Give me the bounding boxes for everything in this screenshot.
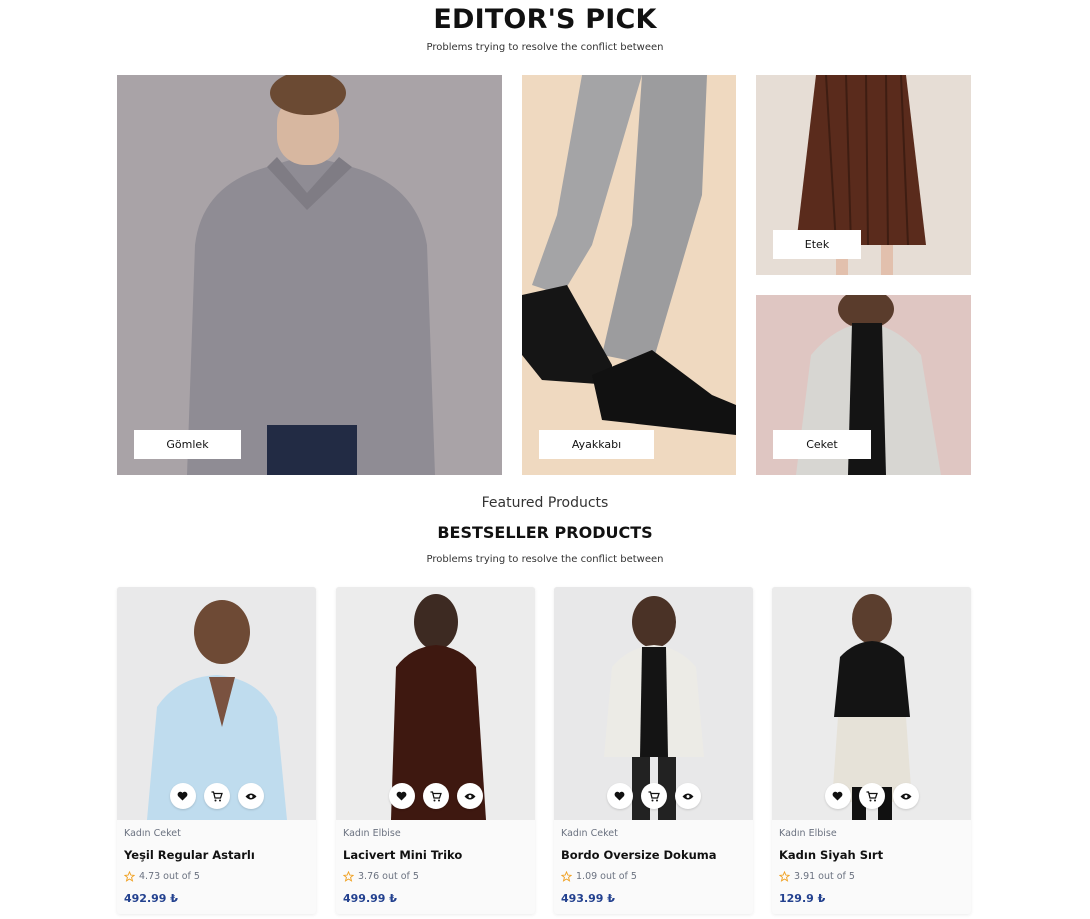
product-price: 493.99 ₺: [561, 892, 615, 905]
star-icon: [124, 871, 135, 882]
product-card[interactable]: Kadın Elbise Kadın Siyah Sırt 3.91 out o…: [772, 587, 971, 914]
quick-view-button[interactable]: [892, 783, 919, 809]
rating-text: 3.76 out of 5: [358, 871, 419, 882]
eye-icon: [464, 793, 475, 799]
bestseller-subtitle: Problems trying to resolve the conflict …: [426, 554, 664, 565]
featured-products-label: Featured Products: [481, 495, 609, 511]
star-icon: [343, 871, 354, 882]
cart-icon: [648, 790, 660, 801]
quick-view-button[interactable]: [456, 783, 483, 809]
heart-icon: [832, 791, 843, 801]
tile-label-ceket[interactable]: Ceket: [773, 430, 871, 459]
product-category: Kadın Elbise: [343, 828, 401, 839]
star-icon: [779, 871, 790, 882]
rating-text: 3.91 out of 5: [794, 871, 855, 882]
product-actions: [772, 783, 971, 809]
heart-icon: [177, 791, 188, 801]
eye-icon: [900, 793, 911, 799]
product-actions: [336, 783, 535, 809]
category-tile-etek[interactable]: Etek: [756, 75, 971, 275]
quick-view-button[interactable]: [674, 783, 701, 809]
heart-icon: [614, 791, 625, 801]
product-name[interactable]: Bordo Oversize Dokuma: [561, 848, 717, 862]
product-card[interactable]: Kadın Ceket Yeşil Regular Astarlı 4.73 o…: [117, 587, 316, 914]
wishlist-button[interactable]: [388, 783, 415, 809]
product-card[interactable]: Kadın Ceket Bordo Oversize Dokuma 1.09 o…: [554, 587, 753, 914]
product-category: Kadın Elbise: [779, 828, 837, 839]
product-name[interactable]: Yeşil Regular Astarlı: [124, 848, 255, 862]
product-name[interactable]: Lacivert Mini Triko: [343, 848, 462, 862]
rating-text: 4.73 out of 5: [139, 871, 200, 882]
cart-icon: [211, 790, 223, 801]
product-rating: 4.73 out of 5: [124, 871, 200, 882]
eye-icon: [682, 793, 693, 799]
product-price: 129.9 ₺: [779, 892, 826, 905]
shoes-image: [522, 75, 736, 475]
add-to-cart-button[interactable]: [858, 783, 885, 809]
tile-label-gomlek[interactable]: Gömlek: [134, 430, 241, 459]
eye-icon: [245, 793, 256, 799]
product-card[interactable]: Kadın Elbise Lacivert Mini Triko 3.76 ou…: [336, 587, 535, 914]
product-price: 492.99 ₺: [124, 892, 178, 905]
editors-pick-title: EDITOR'S PICK: [433, 4, 657, 35]
category-tile-ayakkabi[interactable]: Ayakkabı: [522, 75, 736, 475]
wishlist-button[interactable]: [169, 783, 196, 809]
cart-icon: [866, 790, 878, 801]
editors-pick-subtitle: Problems trying to resolve the conflict …: [426, 42, 664, 53]
add-to-cart-button[interactable]: [422, 783, 449, 809]
cart-icon: [430, 790, 442, 801]
shirt-image: [117, 75, 502, 475]
quick-view-button[interactable]: [237, 783, 264, 809]
product-rating: 3.91 out of 5: [779, 871, 855, 882]
product-price: 499.99 ₺: [343, 892, 397, 905]
product-category: Kadın Ceket: [124, 828, 181, 839]
rating-text: 1.09 out of 5: [576, 871, 637, 882]
star-icon: [561, 871, 572, 882]
product-actions: [554, 783, 753, 809]
product-rating: 3.76 out of 5: [343, 871, 419, 882]
heart-icon: [396, 791, 407, 801]
wishlist-button[interactable]: [824, 783, 851, 809]
category-tile-ceket[interactable]: Ceket: [756, 295, 971, 475]
category-tile-gomlek[interactable]: Gömlek: [117, 75, 502, 475]
product-rating: 1.09 out of 5: [561, 871, 637, 882]
tile-label-ayakkabi[interactable]: Ayakkabı: [539, 430, 654, 459]
bestseller-title: BESTSELLER PRODUCTS: [437, 523, 653, 542]
wishlist-button[interactable]: [606, 783, 633, 809]
product-category: Kadın Ceket: [561, 828, 618, 839]
add-to-cart-button[interactable]: [640, 783, 667, 809]
tile-label-etek[interactable]: Etek: [773, 230, 861, 259]
add-to-cart-button[interactable]: [203, 783, 230, 809]
product-name[interactable]: Kadın Siyah Sırt: [779, 848, 883, 862]
product-actions: [117, 783, 316, 809]
